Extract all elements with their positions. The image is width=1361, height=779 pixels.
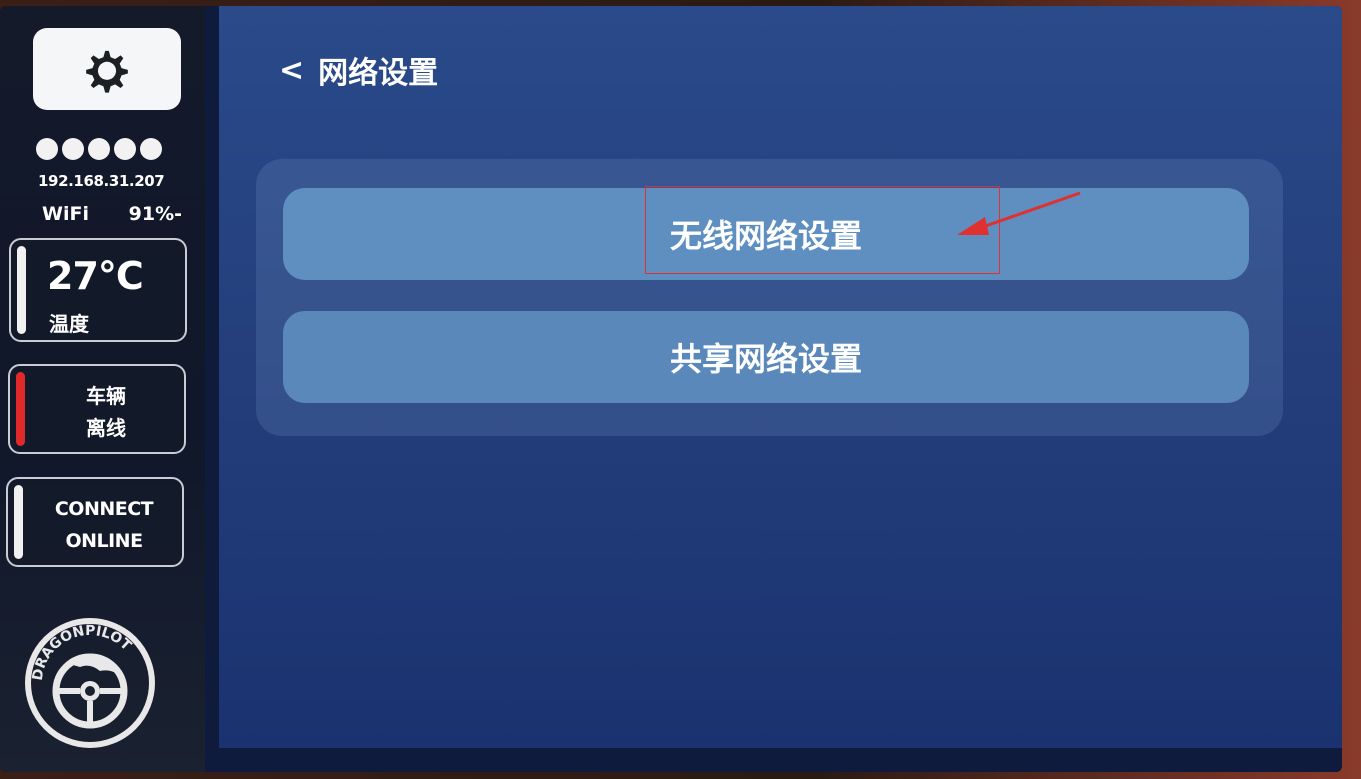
settings-button[interactable] [33,28,181,110]
main-panel: < 网络设置 无线网络设置 共享网络设置 [219,6,1342,748]
network-menu-card: 无线网络设置 共享网络设置 [256,159,1283,436]
vehicle-status-card: 车辆 离线 [8,364,186,454]
device-frame: 192.168.31.207 WiFi 91%- 27°C 温度 车辆 离线 C… [0,0,1361,779]
connect-status-card: CONNECT ONLINE [6,477,184,567]
vehicle-status-line2: 离线 [86,416,126,440]
connect-status-bar [14,485,23,559]
signal-dot [140,138,162,160]
shared-network-settings-button[interactable]: 共享网络设置 [283,311,1249,403]
header: < 网络设置 [279,48,438,92]
gear-icon [86,50,128,93]
temperature-card: 27°C 温度 [9,238,187,342]
temperature-label: 温度 [49,312,89,336]
temperature-status-bar [17,246,26,334]
vehicle-status-line1: 车辆 [86,384,126,408]
signal-percent: 91%- [128,203,182,225]
screen: 192.168.31.207 WiFi 91%- 27°C 温度 车辆 离线 C… [0,6,1342,772]
connect-status-line1: CONNECT [54,498,154,520]
signal-dot [114,138,136,160]
signal-dot [62,138,84,160]
connect-status-line2: ONLINE [65,530,143,552]
connect-status-text: CONNECT ONLINE [26,493,182,557]
network-status-row: WiFi 91%- [42,203,182,225]
temperature-value: 27°C [47,254,144,298]
signal-dot [88,138,110,160]
dragonpilot-logo: DRAGONPILOT [25,618,155,748]
annotation-highlight-box [645,186,1000,274]
vehicle-status-bar [16,372,25,446]
main-area: < 网络设置 无线网络设置 共享网络设置 [205,6,1342,772]
vehicle-status-text: 车辆 离线 [28,380,184,444]
sidebar: 192.168.31.207 WiFi 91%- 27°C 温度 车辆 离线 C… [0,6,205,772]
ip-address: 192.168.31.207 [38,172,165,190]
back-icon[interactable]: < [279,53,304,88]
annotation-arrow-icon [957,191,1081,235]
page-title: 网络设置 [318,56,439,91]
signal-strength-dots [36,138,162,160]
connection-type: WiFi [42,203,89,225]
signal-dot [36,138,58,160]
